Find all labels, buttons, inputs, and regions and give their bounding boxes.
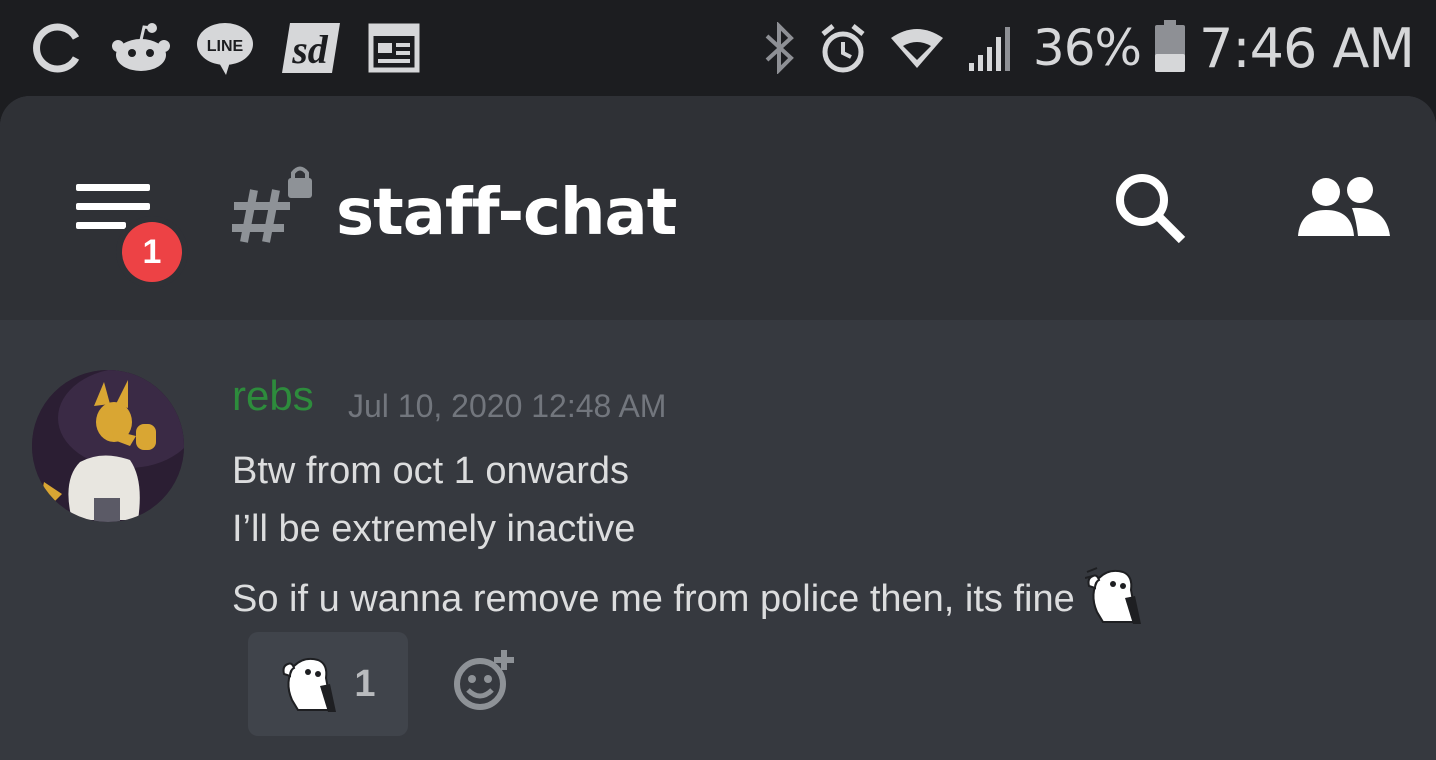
- add-reaction-icon: [452, 650, 516, 716]
- message-timestamp: Jul 10, 2020 12:48 AM: [348, 388, 667, 424]
- svg-text:sd: sd: [291, 27, 329, 72]
- message-line: Btw from oct 1 onwards: [232, 450, 630, 492]
- bluetooth-icon: [763, 22, 797, 74]
- add-reaction-button[interactable]: [452, 648, 516, 716]
- avatar[interactable]: [32, 370, 184, 522]
- author-name[interactable]: rebs: [232, 372, 314, 420]
- discord-app: 1 staff-chat rebs Jul 10, 2020 12:48 AM …: [0, 96, 1436, 760]
- wifi-icon: [889, 26, 945, 70]
- clock: 7:46 AM: [1199, 16, 1415, 80]
- message-line-text: So if u wanna remove me from police then…: [232, 577, 1075, 620]
- sd-icon: sd: [280, 19, 342, 77]
- reaction-count: 1: [354, 662, 376, 705]
- line-icon: LINE: [196, 21, 254, 75]
- battery-percent: 36%: [1032, 19, 1142, 77]
- status-bar: LINE sd 36% 7:46 AM: [0, 0, 1436, 96]
- message-line: I’ll be extremely inactive: [232, 508, 636, 550]
- custom-emoji-icon: [280, 652, 342, 716]
- sync-icon: [30, 20, 86, 76]
- news-icon: [368, 23, 420, 73]
- system-status: 36% 7:46 AM: [763, 14, 1415, 82]
- reddit-icon: [112, 22, 170, 74]
- battery-icon: [1155, 20, 1186, 76]
- notification-icons: LINE sd: [30, 18, 420, 78]
- message-line-3: So if u wanna remove me from police then…: [232, 564, 1147, 634]
- svg-text:LINE: LINE: [207, 38, 244, 55]
- signal-icon: [967, 23, 1021, 73]
- message: rebs Jul 10, 2020 12:48 AM Btw from oct …: [0, 96, 1436, 736]
- reaction-button[interactable]: 1: [248, 632, 408, 736]
- alarm-icon: [819, 22, 867, 74]
- custom-emoji-icon: [1084, 564, 1147, 634]
